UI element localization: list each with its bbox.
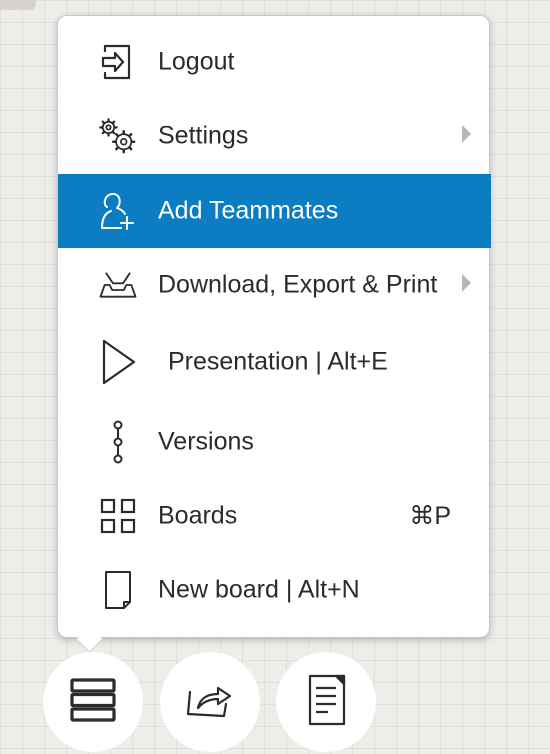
menu-item-label: Logout	[158, 47, 235, 76]
versions-icon	[98, 420, 138, 464]
menu-item-label: Versions	[158, 427, 254, 456]
tray-download-icon	[98, 263, 138, 307]
play-icon	[98, 339, 138, 385]
menu-item-label: Add Teammates	[158, 196, 339, 225]
document-icon	[98, 568, 138, 612]
menu-item-settings[interactable]: Settings	[58, 99, 491, 173]
main-menu: Logout Settings Add Teammates Download, …	[57, 15, 491, 638]
menu-item-label: Download, Export & Print	[158, 270, 438, 299]
keyboard-shortcut: ⌘P	[409, 502, 451, 530]
menu-item-versions[interactable]: Versions	[58, 405, 491, 479]
menu-item-label: Presentation | Alt+E	[168, 347, 388, 376]
menu-toggle-button[interactable]	[43, 652, 143, 752]
menu-item-download-export-print[interactable]: Download, Export & Print	[58, 248, 491, 322]
menu-stack-icon	[68, 677, 118, 728]
menu-item-label: New board | Alt+N	[158, 575, 360, 604]
logout-icon	[98, 40, 138, 84]
menu-item-logout[interactable]: Logout	[58, 25, 491, 99]
menu-item-new-board[interactable]: New board | Alt+N	[58, 553, 491, 627]
menu-item-label: Settings	[158, 121, 249, 150]
add-user-icon	[98, 189, 138, 233]
gears-icon	[98, 114, 138, 158]
notes-icon	[304, 672, 348, 733]
share-button[interactable]	[160, 652, 260, 752]
corner-tab[interactable]	[0, 0, 36, 10]
grid-icon	[98, 494, 138, 538]
share-icon	[184, 680, 236, 725]
menu-item-add-teammates[interactable]: Add Teammates	[58, 174, 491, 248]
menu-item-presentation[interactable]: Presentation | Alt+E	[58, 325, 491, 399]
menu-item-boards[interactable]: Boards ⌘P	[58, 479, 491, 553]
submenu-arrow-icon	[462, 273, 471, 292]
notes-button[interactable]	[276, 652, 376, 752]
submenu-arrow-icon	[462, 124, 471, 143]
menu-item-label: Boards	[158, 501, 238, 530]
